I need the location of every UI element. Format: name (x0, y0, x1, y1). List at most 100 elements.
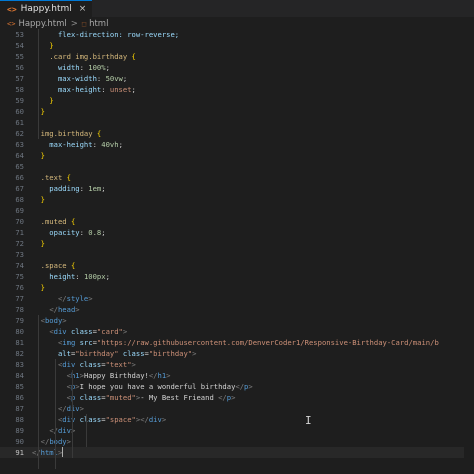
breadcrumb-file[interactable]: Happy.html (18, 19, 66, 29)
code-line[interactable]: 70 .muted { (0, 216, 474, 227)
code-token: div (66, 404, 80, 413)
code-token: .card img.birthday (49, 52, 128, 61)
code-token: ; (122, 74, 128, 83)
code-line[interactable]: 62 img.birthday { (0, 128, 474, 139)
line-number: 75 (15, 272, 24, 281)
code-line[interactable]: 68 } (0, 194, 474, 205)
line-number: 65 (15, 162, 24, 171)
code-token: </ (40, 437, 50, 446)
code-line[interactable]: 75 height: 100px; (0, 271, 474, 282)
code-line[interactable]: 56 width: 100%; (0, 62, 474, 73)
line-number: 90 (15, 437, 24, 446)
code-line[interactable]: 82 alt="birthday" class="birthday"> (0, 348, 474, 359)
code-token: > (248, 382, 253, 391)
code-token: : (79, 228, 89, 237)
line-number: 81 (15, 338, 24, 347)
code-token: "text" (105, 360, 132, 369)
line-number: 77 (15, 294, 24, 303)
code-line[interactable]: 59 } (0, 95, 474, 106)
line-number: 91 (15, 448, 24, 457)
code-token: class (118, 349, 145, 358)
code-line[interactable]: 71 opacity: 0.8; (0, 227, 474, 238)
code-text: } (32, 150, 45, 161)
code-text: } (32, 194, 45, 205)
code-line[interactable]: 72 } (0, 238, 474, 249)
code-line[interactable]: 76 } (0, 282, 474, 293)
line-number: 71 (15, 228, 24, 237)
code-token: "birthday" (148, 349, 193, 358)
line-number: 74 (15, 261, 24, 270)
code-line[interactable]: 83 <div class="text"> (0, 359, 474, 370)
line-number: 87 (15, 404, 24, 413)
tab-happy-html[interactable]: <> Happy.html × (0, 0, 93, 17)
code-line[interactable]: 61 (0, 117, 474, 128)
code-token: > (166, 371, 171, 380)
code-token: max-width (32, 74, 97, 83)
code-line[interactable]: 54 } (0, 40, 474, 51)
code-line[interactable]: 79 <body> (0, 315, 474, 326)
code-token: .text (40, 173, 63, 182)
line-number: 64 (15, 151, 24, 160)
code-line[interactable]: 55 .card img.birthday { (0, 51, 474, 62)
code-text: } (32, 95, 54, 106)
code-line[interactable]: 73 (0, 249, 474, 260)
code-token: > (161, 415, 167, 424)
code-line[interactable]: 69 (0, 205, 474, 216)
code-token: flex-direction: row-reverse; (32, 30, 180, 39)
line-number: 82 (15, 349, 24, 358)
code-token: ; (101, 184, 106, 193)
code-line[interactable]: 57 max-width: 50vw; (0, 73, 474, 84)
line-number: 55 (15, 52, 24, 61)
line-number: 62 (15, 129, 24, 138)
breadcrumb-node[interactable]: html (89, 19, 108, 29)
code-line[interactable]: 80 <div class="card"> (0, 326, 474, 337)
code-token: </ (49, 426, 58, 435)
minimap[interactable] (464, 31, 474, 474)
code-text: <p class="muted">- My Best Frieand </p> (32, 392, 236, 403)
code-token: img.birthday (40, 129, 93, 138)
line-number: 79 (15, 316, 24, 325)
code-text: .muted { (32, 216, 76, 227)
code-text: <div class="card"> (32, 326, 127, 337)
code-line[interactable]: 81 <img src="https://raw.githubuserconte… (0, 337, 474, 348)
close-icon[interactable]: × (79, 4, 87, 14)
code-token: } (32, 96, 54, 105)
code-token: "space" (105, 415, 136, 424)
line-number: 73 (15, 250, 24, 259)
line-number: 76 (15, 283, 24, 292)
code-editor[interactable]: 53 flex-direction: row-reverse; 54 } 55 .c… (0, 29, 474, 474)
code-token: > (88, 294, 93, 303)
code-token: "card" (96, 327, 123, 336)
code-text: opacity: 0.8; (32, 227, 105, 238)
line-number: 86 (15, 393, 24, 402)
html-element-icon: ⬚ (81, 20, 87, 28)
code-line[interactable]: 58 max-height: unset; (0, 84, 474, 95)
line-number: 85 (15, 382, 24, 391)
line-number: 59 (15, 96, 24, 105)
code-line[interactable]: 74 .space { (0, 260, 474, 271)
code-line[interactable]: 66 .text { (0, 172, 474, 183)
code-token: } (32, 283, 45, 292)
line-number: 58 (15, 85, 24, 94)
code-line[interactable]: 64 } (0, 150, 474, 161)
code-token: div (57, 426, 71, 435)
code-line[interactable]: 65 (0, 161, 474, 172)
code-line[interactable]: 60 } (0, 106, 474, 117)
code-text: <h1>Happy Birthday!</h1> (32, 370, 171, 381)
code-line[interactable]: 67 padding: 1em; (0, 183, 474, 194)
code-token: I hope you have a wonderful birthday (79, 382, 236, 391)
code-text: .space { (32, 260, 76, 271)
line-number: 83 (15, 360, 24, 369)
code-line[interactable]: 53 flex-direction: row-reverse; (0, 29, 474, 40)
code-line[interactable]: 63 max-height: 40vh; (0, 139, 474, 150)
code-text: <img src="https://raw.githubusercontent.… (32, 337, 439, 348)
code-token: div (62, 360, 76, 369)
code-token: Happy Birthday! (83, 371, 149, 380)
code-token: </ (140, 415, 149, 424)
code-line[interactable]: 77 </style> (0, 293, 474, 304)
code-line[interactable]: 78 </head> (0, 304, 474, 315)
code-text: <p>I hope you have a wonderful birthday<… (32, 381, 253, 392)
